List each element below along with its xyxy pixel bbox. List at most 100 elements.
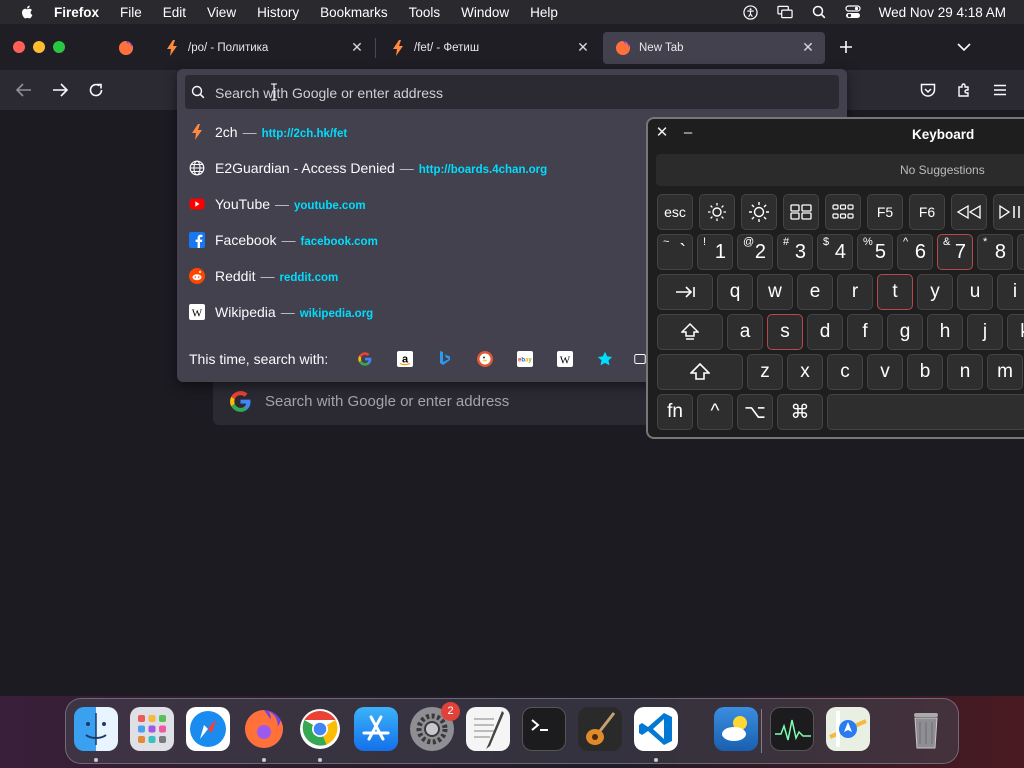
close-tab-icon[interactable]: ✕ (350, 40, 364, 54)
vscode-icon[interactable] (634, 707, 678, 751)
menu-view[interactable]: View (207, 5, 236, 20)
app-store-icon[interactable] (354, 707, 398, 751)
maps-icon[interactable] (826, 707, 870, 751)
menu-clock[interactable]: Wed Nov 29 4:18 AM (879, 5, 1006, 20)
key-space[interactable] (827, 394, 1024, 430)
tab-new-tab[interactable]: New Tab ✕ (603, 32, 825, 64)
wikipedia-icon[interactable]: W (557, 351, 573, 367)
key-w[interactable]: w (757, 274, 793, 310)
url-input[interactable] (215, 83, 815, 103)
key-1[interactable]: ! 1 (697, 234, 733, 270)
key-3[interactable]: #3 (777, 234, 813, 270)
key-d[interactable]: d (807, 314, 843, 350)
close-tab-icon[interactable]: ✕ (801, 40, 815, 54)
key-4[interactable]: $4 (817, 234, 853, 270)
key-fn[interactable]: fn (657, 394, 693, 430)
window-minimize-button[interactable] (33, 41, 45, 53)
pocket-icon[interactable] (916, 78, 940, 102)
google-icon[interactable] (357, 351, 373, 367)
pinned-tab-firefox[interactable] (106, 32, 146, 64)
minimize-icon[interactable]: – (681, 125, 695, 140)
key-s[interactable]: s (767, 314, 803, 350)
key-brightness-down[interactable] (699, 194, 735, 230)
key-brightness-up[interactable] (741, 194, 777, 230)
back-button[interactable] (12, 78, 36, 102)
trash-icon[interactable] (904, 707, 948, 751)
key-h[interactable]: h (927, 314, 963, 350)
key-x[interactable]: x (787, 354, 823, 390)
extensions-icon[interactable] (952, 78, 976, 102)
garageband-icon[interactable] (578, 707, 622, 751)
newtab-search-input[interactable] (265, 391, 645, 411)
url-bar[interactable] (185, 75, 839, 109)
key-e[interactable]: e (797, 274, 833, 310)
key-k[interactable]: k (1007, 314, 1024, 350)
duckduckgo-icon[interactable] (477, 351, 493, 367)
key-q[interactable]: q (717, 274, 753, 310)
close-tab-icon[interactable]: ✕ (576, 40, 590, 54)
app-menu-icon[interactable] (988, 78, 1012, 102)
menu-help[interactable]: Help (530, 5, 558, 20)
list-all-tabs-button[interactable] (952, 35, 976, 59)
amazon-icon[interactable]: a (397, 351, 413, 367)
menu-history[interactable]: History (257, 5, 299, 20)
accessibility-icon[interactable] (743, 4, 759, 20)
window-zoom-button[interactable] (53, 41, 65, 53)
new-tab-button[interactable] (834, 35, 858, 59)
key-r[interactable]: r (837, 274, 873, 310)
spotlight-search-icon[interactable] (811, 4, 827, 20)
menu-tools[interactable]: Tools (409, 5, 441, 20)
key-9-partial[interactable] (1017, 234, 1024, 270)
chrome-icon[interactable] (298, 707, 342, 751)
tab-po[interactable]: /po/ - Политика ✕ (152, 32, 374, 64)
key-2[interactable]: @2 (737, 234, 773, 270)
key-command[interactable]: ⌘ (777, 394, 823, 430)
reload-button[interactable] (84, 78, 108, 102)
key-f6[interactable]: F6 (909, 194, 945, 230)
weather-icon[interactable] (714, 707, 758, 751)
key-f5[interactable]: F5 (867, 194, 903, 230)
screen-mirroring-icon[interactable] (777, 4, 793, 20)
forward-button[interactable] (48, 78, 72, 102)
control-center-icon[interactable] (845, 4, 861, 20)
safari-icon[interactable] (186, 707, 230, 751)
textedit-icon[interactable] (466, 707, 510, 751)
key-control[interactable]: ^ (697, 394, 733, 430)
key-6[interactable]: ^ 6 (897, 234, 933, 270)
key-u[interactable]: u (957, 274, 993, 310)
newtab-search-box[interactable] (213, 378, 673, 425)
launchpad-icon[interactable] (130, 707, 174, 751)
key-j[interactable]: j (967, 314, 1003, 350)
key-shift-left[interactable] (657, 354, 743, 390)
keyboard-titlebar[interactable]: ✕ – Keyboard (648, 119, 1024, 151)
key-launchpad[interactable] (825, 194, 861, 230)
key-m[interactable]: m (987, 354, 1023, 390)
key-rewind[interactable] (951, 194, 987, 230)
firefox-icon[interactable] (242, 707, 286, 751)
key-t[interactable]: t (877, 274, 913, 310)
key-z[interactable]: z (747, 354, 783, 390)
menu-app-name[interactable]: Firefox (54, 5, 99, 20)
ebay-icon[interactable]: ebay (517, 351, 533, 367)
apple-menu-icon[interactable] (18, 4, 38, 20)
key-y[interactable]: y (917, 274, 953, 310)
key-option[interactable]: ⌥ (737, 394, 773, 430)
terminal-icon[interactable] (522, 707, 566, 751)
menu-file[interactable]: File (120, 5, 142, 20)
key-7[interactable]: & 7 (937, 234, 973, 270)
key-c[interactable]: c (827, 354, 863, 390)
key-v[interactable]: v (867, 354, 903, 390)
key-b[interactable]: b (907, 354, 943, 390)
key-backtick[interactable]: ~ ` (657, 234, 693, 270)
tabs-icon[interactable] (634, 351, 646, 367)
close-icon[interactable]: ✕ (655, 125, 669, 140)
activity-monitor-icon[interactable] (770, 707, 814, 751)
menu-edit[interactable]: Edit (163, 5, 186, 20)
key-play-pause[interactable] (993, 194, 1024, 230)
key-mission-control[interactable] (783, 194, 819, 230)
finder-icon[interactable] (74, 707, 118, 751)
system-settings-icon[interactable]: 2 (410, 702, 460, 751)
key-i[interactable]: i (997, 274, 1024, 310)
key-5[interactable]: % 5 (857, 234, 893, 270)
key-caps-lock[interactable] (657, 314, 723, 350)
